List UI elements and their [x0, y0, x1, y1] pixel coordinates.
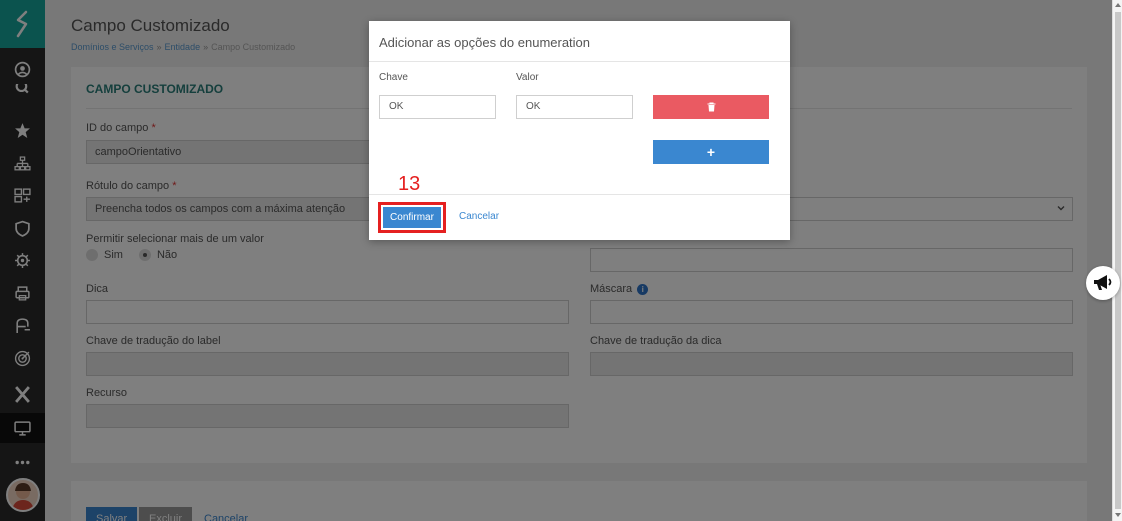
scrollbar[interactable]	[1112, 0, 1122, 521]
valor-input[interactable]: OK	[516, 95, 633, 119]
valor-label: Valor	[516, 72, 539, 83]
confirm-button[interactable]: Confirmar	[383, 207, 441, 228]
scroll-down-icon[interactable]	[1114, 511, 1122, 519]
chave-input[interactable]: OK	[379, 95, 496, 119]
scroll-up-icon[interactable]	[1114, 1, 1122, 9]
trash-icon	[707, 102, 715, 112]
modal-footer-divider	[369, 194, 790, 195]
highlight-box: Confirmar	[378, 202, 446, 233]
step-annotation: 13	[398, 173, 421, 195]
announcements-button[interactable]	[1086, 266, 1120, 300]
enumeration-modal: Adicionar as opções do enumeration Chave…	[369, 21, 790, 240]
chave-label: Chave	[379, 72, 408, 83]
modal-header-divider	[369, 61, 790, 62]
modal-cancel-link[interactable]: Cancelar	[459, 211, 499, 222]
modal-title: Adicionar as opções do enumeration	[379, 35, 591, 50]
add-option-button[interactable]: +	[653, 140, 769, 164]
scroll-thumb[interactable]	[1115, 12, 1121, 509]
megaphone-icon	[1094, 275, 1112, 290]
plus-icon: +	[706, 144, 716, 160]
delete-option-button[interactable]	[653, 95, 769, 119]
